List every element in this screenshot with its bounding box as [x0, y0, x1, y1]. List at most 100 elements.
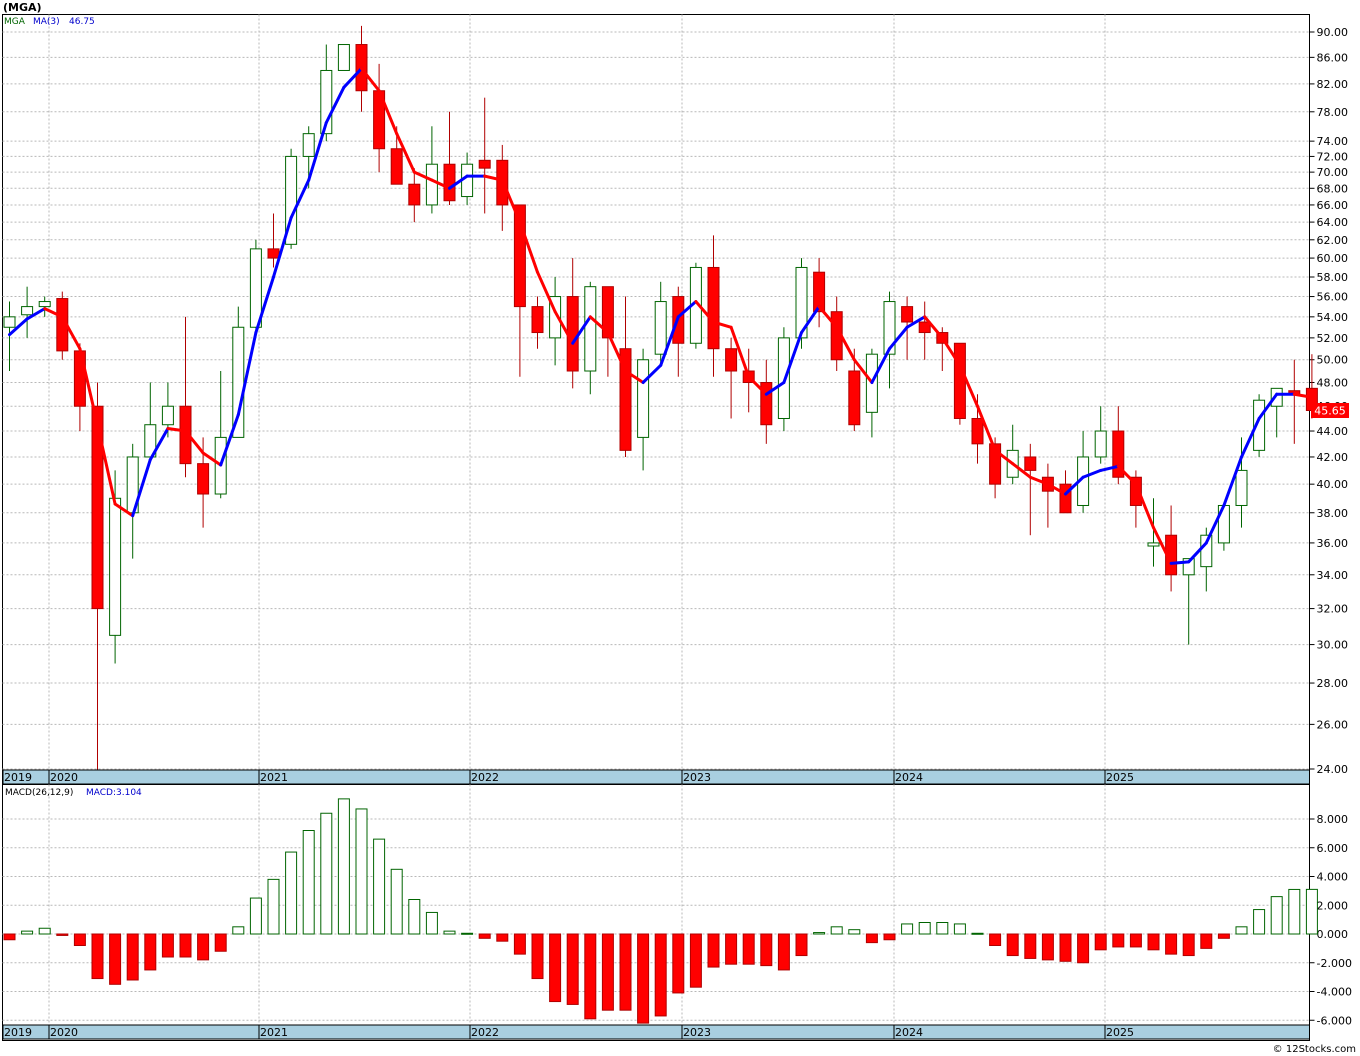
year-label: 2022	[471, 1026, 499, 1039]
macd-bar	[813, 932, 826, 935]
price-tick-label: 42.00	[1317, 451, 1349, 464]
macd-tick-label: 8.000	[1317, 813, 1349, 826]
candle-body	[1147, 542, 1160, 547]
last-price-badge: 45.65	[1311, 402, 1349, 418]
candle-body	[1024, 456, 1037, 471]
macd-bar	[1006, 933, 1019, 957]
macd-bar	[38, 927, 51, 935]
ma-segment	[1169, 560, 1191, 565]
macd-bar	[725, 933, 738, 965]
macd-bar	[549, 933, 562, 1003]
year-label: 2019	[4, 1026, 32, 1039]
macd-bar	[496, 933, 509, 942]
macd-bar	[901, 923, 914, 935]
price-tick-label: 40.00	[1317, 478, 1349, 491]
macd-bar	[109, 933, 122, 985]
macd-tick-label: -4.000	[1317, 986, 1352, 999]
macd-bar	[637, 933, 650, 1024]
macd-bar	[830, 926, 843, 935]
candle-body	[232, 326, 245, 438]
macd-bar	[21, 930, 34, 935]
macd-bar	[91, 933, 104, 980]
candle-body	[337, 44, 350, 71]
macd-bar	[848, 929, 861, 935]
year-label: 2024	[895, 1026, 923, 1039]
candle-body	[1094, 430, 1107, 458]
last-price-label: 45.65	[1314, 404, 1346, 417]
price-tick-label: 90.00	[1317, 26, 1349, 39]
price-tick-label: 24.00	[1317, 763, 1349, 776]
chart-title: (MGA)	[3, 1, 42, 14]
year-label: 2020	[50, 771, 78, 784]
macd-bar	[936, 922, 949, 935]
legend-ma-label: MA(3)	[33, 17, 60, 27]
macd-bar	[1235, 926, 1248, 935]
candle-body	[408, 183, 421, 206]
macd-bar	[355, 808, 368, 935]
macd-bar	[285, 851, 298, 935]
stock-chart: (MGA) 24.00 26.00 28.00 30.00 32.00 34.00 36.0…	[2, 1, 1356, 1055]
macd-bar	[760, 933, 773, 967]
macd-tick-label: -2.000	[1317, 957, 1352, 970]
macd-bar	[795, 933, 808, 957]
macd-bar	[1129, 933, 1142, 948]
macd-bar	[267, 878, 280, 935]
macd-bar	[1112, 933, 1125, 948]
candle-body	[302, 133, 315, 157]
price-tick-label: 54.00	[1317, 311, 1349, 324]
price-tick-label: 36.00	[1317, 537, 1349, 550]
macd-bar	[214, 933, 227, 952]
candle-body	[531, 306, 544, 334]
macd-bar	[953, 923, 966, 935]
legend-ma-value: 46.75	[69, 17, 95, 27]
price-tick-label: 28.00	[1317, 677, 1349, 690]
price-tick-label: 60.00	[1317, 252, 1349, 265]
year-label: 2020	[50, 1026, 78, 1039]
macd-bar	[883, 933, 896, 941]
macd-bar	[865, 933, 878, 944]
candle-body	[707, 266, 720, 350]
macd-bar	[144, 933, 157, 971]
macd-bar	[1024, 933, 1037, 959]
candle-body	[725, 348, 738, 372]
candle	[337, 44, 350, 71]
price-tick-label: 44.00	[1317, 425, 1349, 438]
macd-bar	[337, 798, 350, 935]
year-label: 2025	[1106, 771, 1134, 784]
macd-tick-label: -6.000	[1317, 1014, 1352, 1027]
macd-bar	[601, 933, 614, 1011]
macd-bar	[1041, 933, 1054, 961]
macd-bar	[707, 933, 720, 968]
macd-bar	[672, 933, 685, 994]
price-tick-label: 48.00	[1317, 377, 1349, 390]
price-tick-label: 68.00	[1317, 182, 1349, 195]
macd-bar	[373, 838, 386, 935]
macd-bar	[513, 933, 526, 955]
candle-body	[953, 342, 966, 419]
price-tick-label: 34.00	[1317, 569, 1349, 582]
price-tick-label: 56.00	[1317, 291, 1349, 304]
macd-bar	[989, 933, 1002, 946]
price-tick-label: 62.00	[1317, 234, 1349, 247]
price-tick-label: 82.00	[1317, 78, 1349, 91]
price-tick-label: 70.00	[1317, 166, 1349, 179]
macd-bar	[1094, 933, 1107, 951]
candle-body	[38, 301, 51, 308]
price-tick-label: 64.00	[1317, 216, 1349, 229]
candle-body	[901, 306, 914, 323]
site-credit: © 12Stocks.com	[1273, 1044, 1356, 1055]
price-tick-label: 32.00	[1317, 603, 1349, 616]
candle-body	[21, 306, 34, 316]
candle-body	[1235, 469, 1248, 506]
candle-body	[971, 417, 984, 445]
macd-bar	[1182, 933, 1195, 957]
year-label: 2025	[1106, 1026, 1134, 1039]
year-label: 2022	[471, 771, 499, 784]
price-tick-label: 78.00	[1317, 106, 1349, 119]
legend-symbol: MGA	[4, 17, 26, 27]
macd-bar	[531, 933, 544, 980]
candle-body	[478, 159, 491, 169]
macd-bar	[249, 897, 262, 935]
macd-bar	[918, 922, 931, 935]
macd-bar	[3, 933, 16, 941]
